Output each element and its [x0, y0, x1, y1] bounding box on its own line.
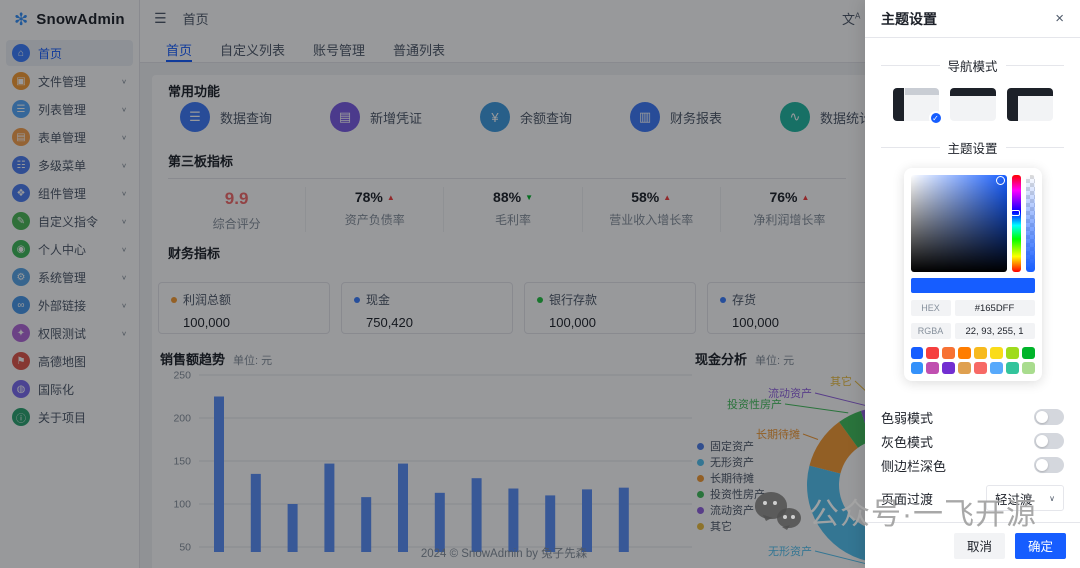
- swatch-12[interactable]: [974, 362, 987, 374]
- swatch-5[interactable]: [990, 347, 1003, 359]
- swatch-9[interactable]: [926, 362, 939, 374]
- hex-field-row: HEX #165DFF: [911, 300, 1035, 316]
- swatch-6[interactable]: [1006, 347, 1019, 359]
- swatch-4[interactable]: [974, 347, 987, 359]
- theme-switches: 色弱模式灰色模式侧边栏深色: [881, 405, 1064, 477]
- nav-mode-side[interactable]: ✓: [893, 88, 939, 121]
- color-picker: HEX #165DFF RGBA 22, 93, 255, 1: [904, 168, 1042, 381]
- swatch-0[interactable]: [911, 347, 924, 359]
- check-icon: ✓: [929, 111, 943, 125]
- swatch-13[interactable]: [990, 362, 1003, 374]
- chevron-down-icon: ∨: [1049, 494, 1055, 503]
- ok-button[interactable]: 确定: [1015, 533, 1066, 559]
- drawer-body: 导航模式 ✓ 主题设置 HEX #165DFF RGBA: [865, 38, 1080, 522]
- hue-slider[interactable]: [1012, 175, 1021, 272]
- hex-label: HEX: [911, 300, 951, 316]
- close-icon[interactable]: ×: [1055, 10, 1064, 27]
- nav-mode-divider: 导航模式: [881, 56, 1064, 75]
- rgba-value-input[interactable]: 22, 93, 255, 1: [955, 323, 1035, 339]
- swatch-2[interactable]: [942, 347, 955, 359]
- cancel-button[interactable]: 取消: [954, 533, 1005, 559]
- switch-row-0: 色弱模式: [881, 405, 1064, 429]
- saturation-square[interactable]: [911, 175, 1007, 272]
- nav-mode-top[interactable]: [950, 88, 996, 121]
- theme-label: 主题设置: [948, 138, 998, 157]
- theme-divider: 主题设置: [881, 138, 1064, 157]
- theme-drawer: 主题设置 × 导航模式 ✓ 主题设置 HEX #165DFF: [865, 0, 1080, 568]
- hex-value-input[interactable]: #165DFF: [955, 300, 1035, 316]
- watermark-text: 公众号·一飞开源: [809, 489, 1037, 533]
- watermark: 公众号·一飞开源: [753, 486, 1037, 536]
- wechat-icon: [753, 486, 803, 536]
- nav-mode-mix[interactable]: [1007, 88, 1053, 121]
- rgba-field-row: RGBA 22, 93, 255, 1: [911, 323, 1035, 339]
- swatch-11[interactable]: [958, 362, 971, 374]
- saturation-handle[interactable]: [996, 176, 1005, 185]
- swatch-7[interactable]: [1022, 347, 1035, 359]
- app-root: ✻ SnowAdmin ⌂首页▣文件管理∨☰列表管理∨▤表单管理∨☷多级菜单∨❖…: [0, 0, 1080, 568]
- swatch-15[interactable]: [1022, 362, 1035, 374]
- swatch-1[interactable]: [926, 347, 939, 359]
- switch-row-2: 侧边栏深色: [881, 453, 1064, 477]
- nav-mode-options: ✓: [881, 88, 1064, 121]
- toggle-0[interactable]: [1034, 409, 1064, 425]
- alpha-slider[interactable]: [1026, 175, 1035, 272]
- switch-label: 灰色模式: [881, 432, 933, 451]
- color-swatches: [911, 347, 1035, 374]
- current-color-bar: [911, 278, 1035, 293]
- switch-label: 侧边栏深色: [881, 456, 946, 475]
- drawer-title: 主题设置: [881, 9, 937, 29]
- rgba-label: RGBA: [911, 323, 951, 339]
- swatch-10[interactable]: [942, 362, 955, 374]
- toggle-2[interactable]: [1034, 457, 1064, 473]
- swatch-14[interactable]: [1006, 362, 1019, 374]
- swatch-3[interactable]: [958, 347, 971, 359]
- switch-label: 色弱模式: [881, 408, 933, 427]
- toggle-1[interactable]: [1034, 433, 1064, 449]
- nav-mode-label: 导航模式: [948, 56, 998, 75]
- switch-row-1: 灰色模式: [881, 429, 1064, 453]
- swatch-8[interactable]: [911, 362, 924, 374]
- drawer-header: 主题设置 ×: [865, 0, 1080, 38]
- hue-handle[interactable]: [1011, 210, 1020, 216]
